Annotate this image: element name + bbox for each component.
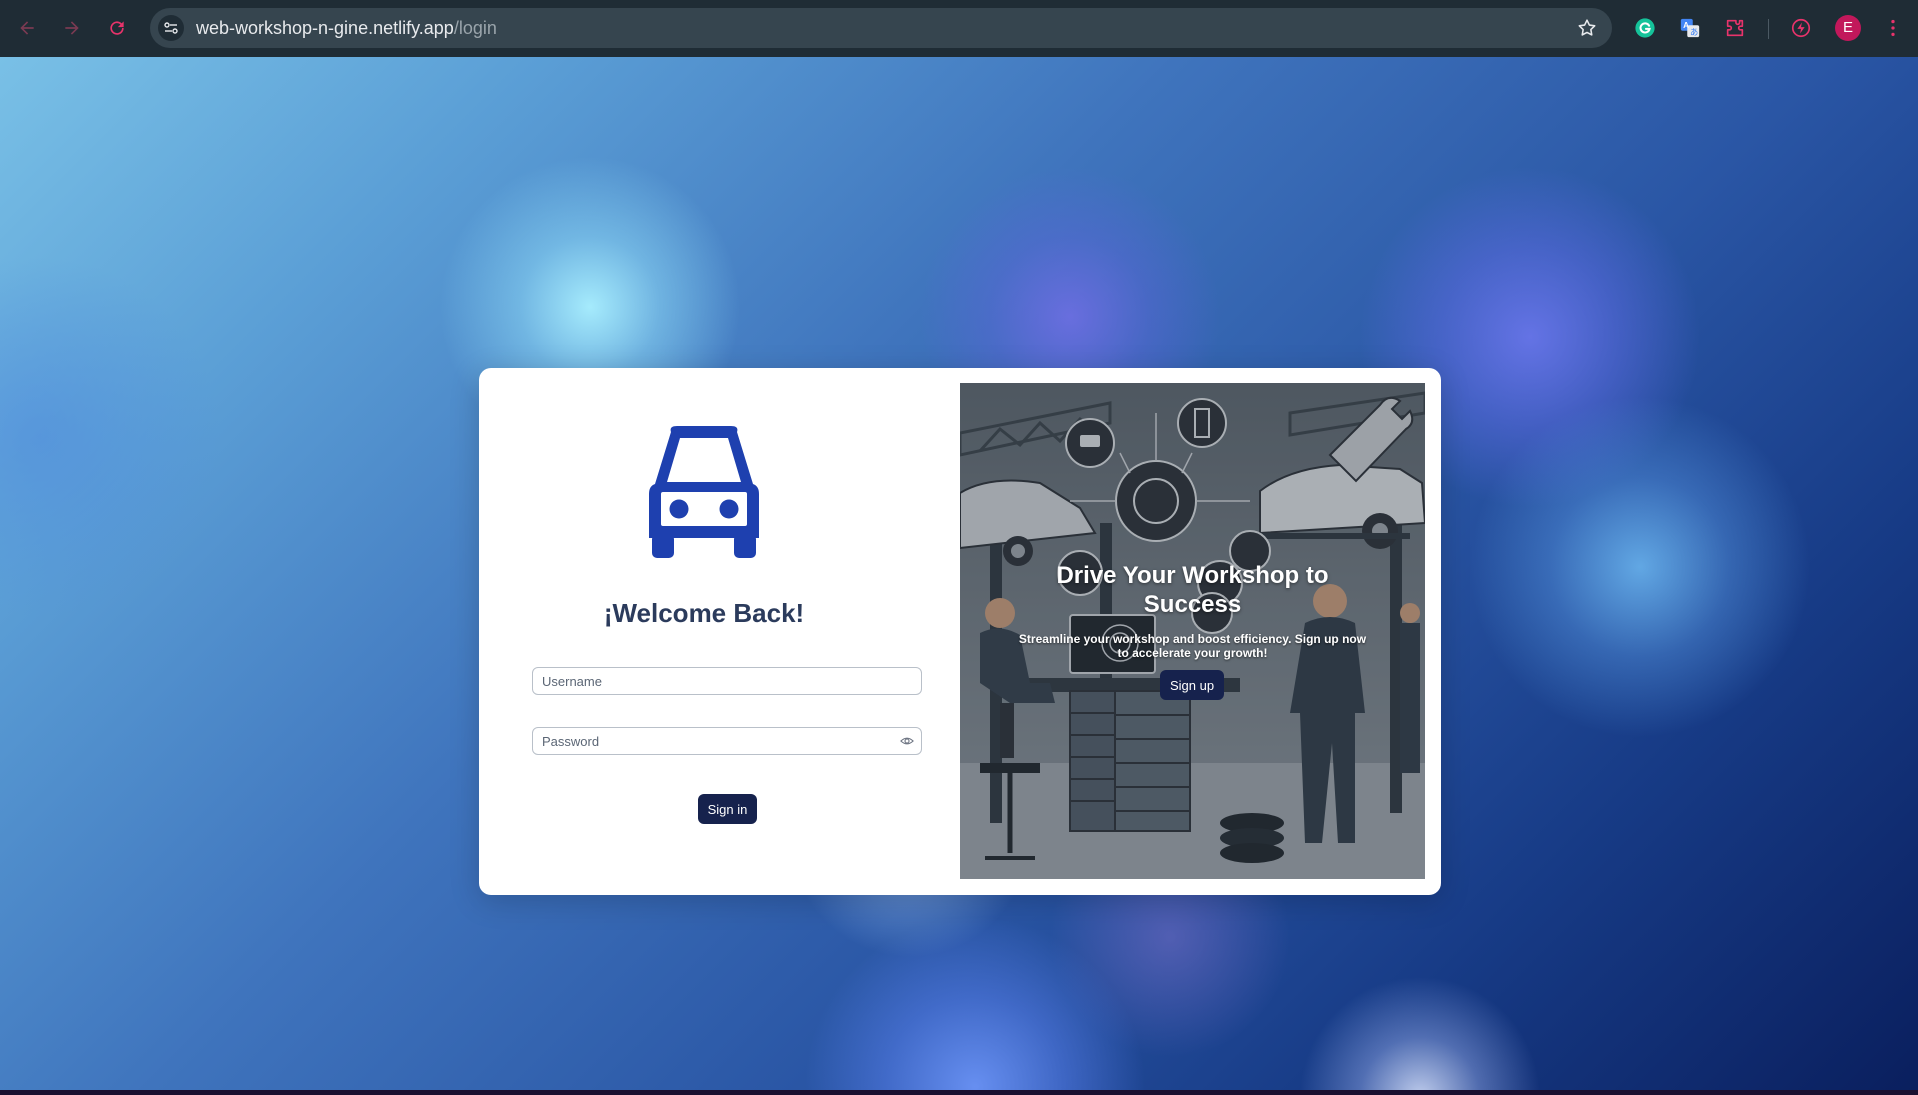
signup-button[interactable]: Sign up xyxy=(1160,670,1224,700)
password-input[interactable] xyxy=(542,728,892,754)
site-info-button[interactable] xyxy=(158,15,184,41)
welcome-heading: ¡Welcome Back! xyxy=(603,598,805,628)
site-info-icon xyxy=(164,22,178,34)
extensions-button[interactable] xyxy=(1722,15,1748,41)
back-button[interactable] xyxy=(13,14,41,42)
promo-title: Drive Your Workshop to Success xyxy=(1056,562,1329,618)
login-card: ¡Welcome Back! Sign in xyxy=(479,368,1441,895)
username-field[interactable] xyxy=(532,667,922,695)
promo-panel: Drive Your Workshop to Success Streamlin… xyxy=(960,383,1425,879)
url-text[interactable]: web-workshop-n-gine.netlify.app/login xyxy=(196,8,497,48)
svg-text:あ: あ xyxy=(1690,27,1698,37)
promo-subtitle: Streamline your workshop and boost effic… xyxy=(1018,632,1367,660)
grammarly-icon xyxy=(1635,18,1655,38)
back-arrow-icon xyxy=(20,21,34,35)
profile-avatar[interactable]: E xyxy=(1835,15,1861,41)
reload-icon xyxy=(110,21,124,35)
bookmark-star-icon[interactable] xyxy=(1576,17,1598,39)
toolbar-divider xyxy=(1768,19,1769,39)
performance-button[interactable] xyxy=(1788,15,1814,41)
signin-button[interactable]: Sign in xyxy=(698,794,757,824)
translate-extension[interactable]: A あ xyxy=(1677,15,1703,41)
password-field[interactable] xyxy=(532,727,922,755)
taskbar-edge xyxy=(0,1090,1918,1095)
url-path: /login xyxy=(453,18,497,38)
browser-toolbar: web-workshop-n-gine.netlify.app/login A … xyxy=(0,0,1918,57)
extensions-puzzle-icon xyxy=(1726,19,1744,37)
svg-text:A: A xyxy=(1683,21,1689,30)
page-background: ¡Welcome Back! Sign in xyxy=(0,57,1918,1090)
performance-icon xyxy=(1791,18,1811,38)
car-icon xyxy=(649,426,759,558)
username-input[interactable] xyxy=(542,668,892,694)
grammarly-extension[interactable] xyxy=(1632,15,1658,41)
forward-arrow-icon xyxy=(65,21,79,35)
more-vertical-icon xyxy=(1891,19,1895,37)
translate-icon: A あ xyxy=(1680,18,1700,38)
browser-menu-button[interactable] xyxy=(1880,15,1906,41)
url-host: web-workshop-n-gine.netlify.app xyxy=(196,18,454,38)
address-bar[interactable]: web-workshop-n-gine.netlify.app/login xyxy=(150,8,1612,48)
promo-overlay xyxy=(960,383,1425,879)
eye-icon[interactable] xyxy=(900,734,914,748)
reload-button[interactable] xyxy=(103,14,131,42)
forward-button[interactable] xyxy=(58,14,86,42)
